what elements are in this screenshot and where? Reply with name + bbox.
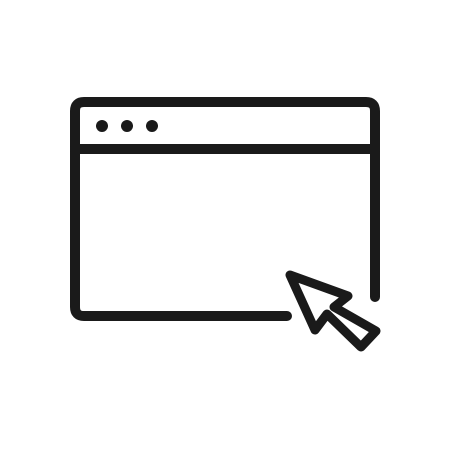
browser-window-with-cursor-icon	[70, 97, 381, 352]
window-frame	[70, 97, 380, 321]
browser-window-icon	[70, 97, 380, 321]
window-dot-1	[96, 120, 108, 132]
icon-canvas	[0, 0, 450, 450]
window-control-dots-icon	[96, 120, 158, 132]
window-dot-3	[146, 120, 158, 132]
mouse-pointer-cursor-icon	[285, 270, 381, 352]
window-dot-2	[121, 120, 133, 132]
